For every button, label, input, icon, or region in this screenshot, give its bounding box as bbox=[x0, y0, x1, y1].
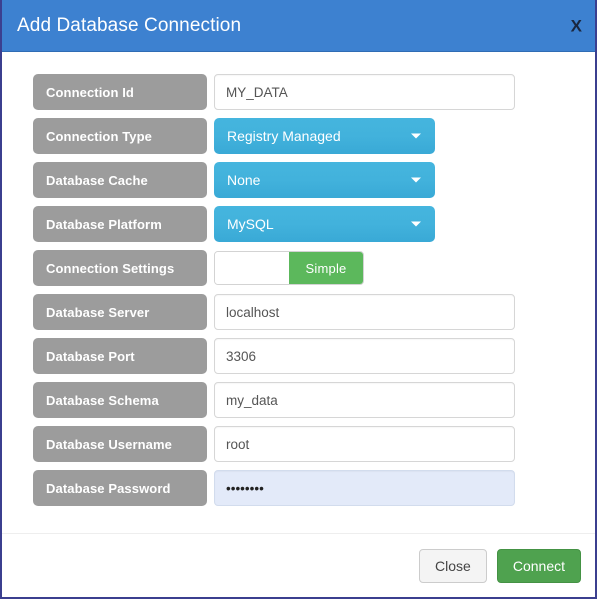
dialog-header: Add Database Connection X bbox=[2, 0, 595, 52]
form-row-database-cache: Database Cache None bbox=[2, 162, 595, 198]
label-connection-type: Connection Type bbox=[33, 118, 207, 154]
form-row-database-server: Database Server bbox=[2, 294, 595, 330]
toggle-on-segment[interactable]: Simple bbox=[289, 252, 363, 284]
control-database-username bbox=[214, 426, 515, 462]
label-database-schema: Database Schema bbox=[33, 382, 207, 418]
label-connection-settings: Connection Settings bbox=[33, 250, 207, 286]
control-database-platform: MySQL bbox=[214, 206, 435, 242]
label-database-platform: Database Platform bbox=[33, 206, 207, 242]
control-connection-id bbox=[214, 74, 515, 110]
database-schema-input[interactable] bbox=[214, 382, 515, 418]
chevron-down-icon bbox=[411, 221, 421, 227]
database-cache-dropdown[interactable]: None bbox=[214, 162, 435, 198]
form-row-database-schema: Database Schema bbox=[2, 382, 595, 418]
connect-button[interactable]: Connect bbox=[496, 548, 581, 583]
label-connection-id: Connection Id bbox=[33, 74, 207, 110]
chevron-down-icon bbox=[411, 177, 421, 183]
label-database-server: Database Server bbox=[33, 294, 207, 330]
database-password-input[interactable] bbox=[214, 470, 515, 506]
form-row-connection-type: Connection Type Registry Managed bbox=[2, 118, 595, 154]
database-port-input[interactable] bbox=[214, 338, 515, 374]
connection-settings-toggle[interactable]: Simple bbox=[214, 251, 364, 285]
label-database-password: Database Password bbox=[33, 470, 207, 506]
form-row-database-password: Database Password bbox=[2, 470, 595, 506]
connection-type-value: Registry Managed bbox=[227, 128, 341, 144]
database-cache-value: None bbox=[227, 172, 261, 188]
dialog-body: Connection Id Connection Type Registry M… bbox=[2, 52, 595, 533]
form-row-database-platform: Database Platform MySQL bbox=[2, 206, 595, 242]
connection-id-input[interactable] bbox=[214, 74, 515, 110]
dialog-footer: Close Connect bbox=[2, 533, 595, 597]
control-database-schema bbox=[214, 382, 515, 418]
control-database-cache: None bbox=[214, 162, 435, 198]
control-database-server bbox=[214, 294, 515, 330]
database-platform-value: MySQL bbox=[227, 216, 274, 232]
database-platform-dropdown[interactable]: MySQL bbox=[214, 206, 435, 242]
form-row-database-port: Database Port bbox=[2, 338, 595, 374]
form-row-connection-id: Connection Id bbox=[2, 74, 595, 110]
add-database-connection-dialog: Add Database Connection X Connection Id … bbox=[0, 0, 597, 599]
form-row-database-username: Database Username bbox=[2, 426, 595, 462]
close-icon[interactable]: X bbox=[571, 17, 582, 34]
control-connection-type: Registry Managed bbox=[214, 118, 435, 154]
connection-type-dropdown[interactable]: Registry Managed bbox=[214, 118, 435, 154]
form-row-connection-settings: Connection Settings Simple bbox=[2, 250, 595, 286]
database-server-input[interactable] bbox=[214, 294, 515, 330]
label-database-cache: Database Cache bbox=[33, 162, 207, 198]
control-database-port bbox=[214, 338, 515, 374]
close-button[interactable]: Close bbox=[419, 548, 487, 583]
dialog-title: Add Database Connection bbox=[17, 14, 242, 36]
label-database-port: Database Port bbox=[33, 338, 207, 374]
database-username-input[interactable] bbox=[214, 426, 515, 462]
label-database-username: Database Username bbox=[33, 426, 207, 462]
control-database-password bbox=[214, 470, 515, 506]
toggle-off-segment[interactable] bbox=[215, 252, 289, 284]
control-connection-settings: Simple bbox=[214, 251, 364, 285]
chevron-down-icon bbox=[411, 133, 421, 139]
